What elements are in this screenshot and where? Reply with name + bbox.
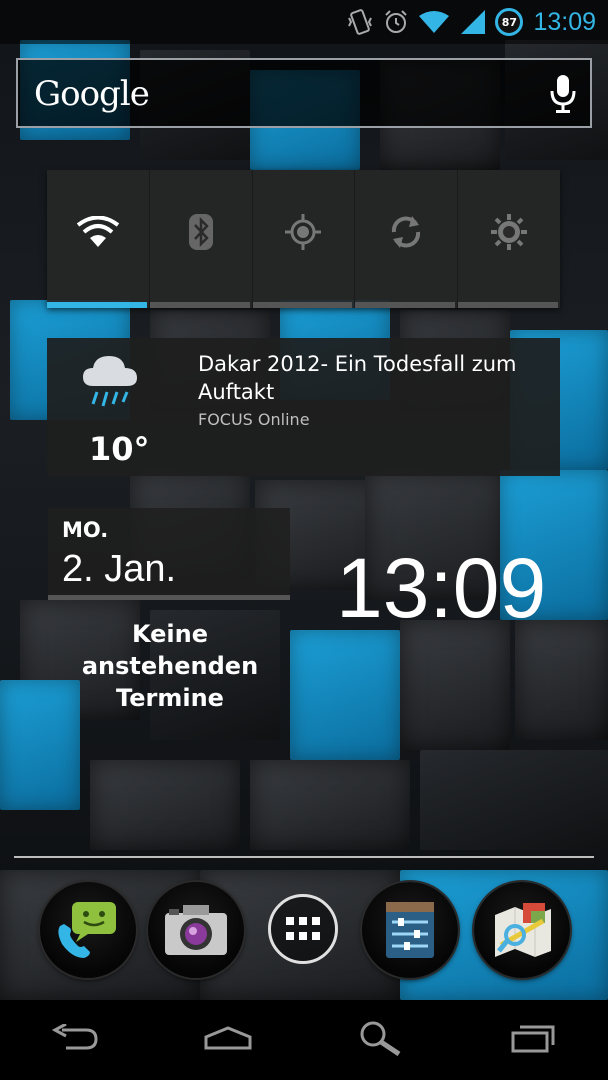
dock-divider [14, 856, 594, 858]
home-icon[interactable] [203, 1025, 253, 1055]
news-headline[interactable]: Dakar 2012- Ein Todesfall zum Auftakt [198, 350, 548, 406]
alarm-icon [383, 9, 409, 35]
temperature: 10° [89, 430, 150, 468]
bluetooth-icon [188, 214, 214, 255]
navigation-bar [0, 1000, 608, 1080]
wifi-icon [76, 215, 120, 252]
toggle-indicator [355, 302, 456, 308]
signal-icon [459, 10, 486, 34]
clock-widget[interactable]: 13:09 [336, 540, 546, 637]
brightness-toggle[interactable] [458, 170, 560, 308]
mic-icon[interactable] [550, 74, 576, 118]
settings-icon[interactable] [362, 882, 458, 978]
search-icon[interactable] [357, 1020, 405, 1060]
google-logo[interactable]: Google [34, 74, 150, 114]
power-control-widget [47, 170, 560, 308]
toggle-indicator [252, 302, 353, 308]
calendar-widget[interactable]: MO. 2. Jan. [48, 508, 290, 600]
messaging-phone-icon[interactable] [40, 882, 136, 978]
back-icon[interactable] [52, 1022, 98, 1056]
recents-icon[interactable] [510, 1023, 556, 1057]
maps-icon[interactable] [474, 882, 570, 978]
brightness-icon [489, 214, 529, 256]
all-apps-icon[interactable] [268, 894, 338, 964]
gps-toggle[interactable] [252, 170, 356, 308]
wallpaper [0, 0, 608, 1000]
camera-icon[interactable] [148, 882, 244, 978]
vibrate-icon [347, 8, 373, 36]
battery-level: 87 [501, 15, 518, 29]
toggle-indicator [458, 302, 558, 308]
dock [0, 882, 608, 982]
day-of-week: MO. [62, 518, 109, 542]
wifi-toggle[interactable] [47, 170, 150, 308]
sync-icon [386, 216, 426, 256]
google-search-bar[interactable]: Google [16, 58, 592, 128]
sync-toggle[interactable] [355, 170, 459, 308]
toggle-indicator [149, 302, 250, 308]
news-weather-widget[interactable]: 10° Dakar 2012- Ein Todesfall zum Auftak… [47, 338, 560, 476]
status-clock: 13:09 [533, 7, 596, 36]
divider [48, 595, 290, 600]
calendar-date: 2. Jan. [62, 548, 177, 590]
bluetooth-toggle[interactable] [149, 170, 253, 308]
no-events-label: Keine anstehenden Termine [81, 620, 259, 712]
wifi-icon [419, 10, 450, 34]
gps-icon [283, 214, 323, 256]
news-source: FOCUS Online [198, 410, 310, 429]
battery-icon: 87 [495, 8, 524, 36]
rain-cloud-icon [79, 350, 141, 416]
toggle-indicator [47, 302, 147, 308]
status-bar[interactable]: 87 13:09 [0, 0, 608, 44]
